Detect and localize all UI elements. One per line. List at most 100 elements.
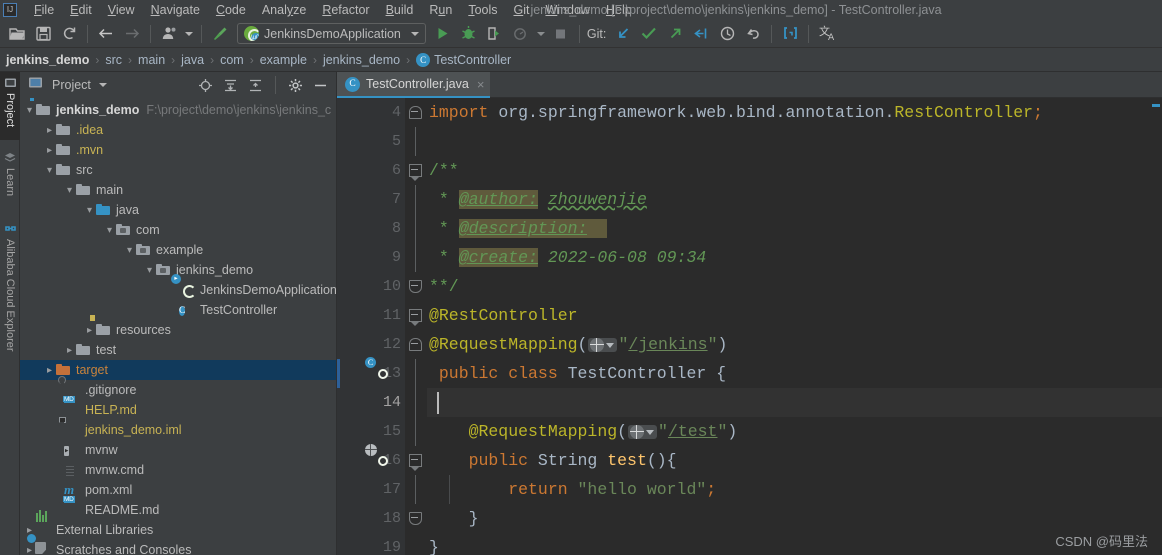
menu-edit[interactable]: Edit bbox=[62, 0, 100, 20]
menu-refactor[interactable]: Refactor bbox=[314, 0, 377, 20]
search-everywhere-icon[interactable] bbox=[777, 22, 803, 46]
fold-column[interactable] bbox=[405, 533, 427, 555]
chevron-expanded-icon[interactable]: ▾ bbox=[44, 160, 55, 180]
breadcrumb-item-project[interactable]: jenkins_demo bbox=[6, 53, 89, 67]
chevron-collapsed-icon[interactable]: ▸ bbox=[44, 140, 55, 160]
gutter[interactable]: 19 bbox=[337, 533, 405, 555]
code-line[interactable]: 15 @RequestMapping("/test") bbox=[337, 417, 1162, 446]
gutter[interactable]: 5 bbox=[337, 127, 405, 156]
run-icon[interactable] bbox=[430, 22, 456, 46]
tree-row-target[interactable]: ▸ target bbox=[20, 360, 336, 380]
editor-tab-testcontroller[interactable]: C TestController.java × bbox=[337, 72, 491, 98]
settings-gear-icon[interactable] bbox=[285, 75, 306, 95]
code-line[interactable]: C 13 public class TestController { bbox=[337, 357, 1162, 388]
gutter[interactable]: C 13 bbox=[337, 357, 405, 388]
fold-marker-icon[interactable] bbox=[409, 280, 422, 293]
fold-marker-icon[interactable] bbox=[409, 338, 422, 351]
menu-window[interactable]: Window bbox=[537, 0, 597, 20]
fold-column[interactable] bbox=[405, 504, 427, 533]
chevron-expanded-icon[interactable]: ▾ bbox=[64, 180, 75, 200]
fold-marker-icon[interactable] bbox=[409, 309, 422, 326]
menu-help[interactable]: Help bbox=[598, 0, 640, 20]
tree-row-com[interactable]: ▾ com bbox=[20, 220, 336, 240]
menu-view[interactable]: View bbox=[100, 0, 143, 20]
menu-build[interactable]: Build bbox=[378, 0, 422, 20]
tree-row-external-libraries[interactable]: ▸ External Libraries bbox=[20, 510, 336, 540]
breadcrumb-item-main[interactable]: main bbox=[138, 53, 165, 67]
tree-row-mvnw[interactable]: ▸ mvnw bbox=[20, 440, 336, 460]
fold-column[interactable] bbox=[405, 359, 427, 388]
run-with-coverage-icon[interactable] bbox=[482, 22, 508, 46]
code-line[interactable]: 18 } bbox=[337, 504, 1162, 533]
fold-column[interactable] bbox=[405, 388, 427, 417]
code-line[interactable]: 4 import org.springframework.web.bind.an… bbox=[337, 98, 1162, 127]
tree-row-java[interactable]: ▾ java bbox=[20, 200, 336, 220]
build-hammer-icon[interactable] bbox=[207, 22, 233, 46]
open-project-icon[interactable] bbox=[4, 22, 30, 46]
code-line[interactable]: 9 * @create: 2022-06-08 09:34 bbox=[337, 243, 1162, 272]
tree-row-test-controller[interactable]: C TestController bbox=[20, 300, 336, 320]
chevron-collapsed-icon[interactable]: ▸ bbox=[44, 120, 55, 140]
tree-row-jenkins-demo[interactable]: ▾ jenkins_demo F:\project\demo\jenkins\j… bbox=[20, 98, 336, 120]
fold-column[interactable] bbox=[405, 272, 427, 301]
profile-icon[interactable] bbox=[156, 22, 182, 46]
tree-row-test[interactable]: ▸ test bbox=[20, 340, 336, 360]
code-line[interactable]: 5 bbox=[337, 127, 1162, 156]
fold-column[interactable] bbox=[405, 98, 427, 127]
gutter[interactable]: 17 bbox=[337, 475, 405, 504]
breadcrumb-item-com[interactable]: com bbox=[220, 53, 244, 67]
code-editor[interactable]: 4 import org.springframework.web.bind.an… bbox=[337, 98, 1162, 555]
code-line[interactable]: 6 /** bbox=[337, 156, 1162, 185]
hide-panel-icon[interactable] bbox=[310, 75, 331, 95]
fold-column[interactable] bbox=[405, 446, 427, 475]
chevron-collapsed-icon[interactable]: ▸ bbox=[84, 320, 95, 340]
menu-navigate[interactable]: Navigate bbox=[143, 0, 208, 20]
chevron-collapsed-icon[interactable]: ▸ bbox=[44, 360, 55, 380]
breadcrumb-item-jenkins-demo[interactable]: jenkins_demo bbox=[323, 53, 400, 67]
gutter[interactable]: 11 bbox=[337, 301, 405, 330]
code-line[interactable]: 12 @RequestMapping("/jenkins") bbox=[337, 330, 1162, 359]
gutter[interactable]: 4 bbox=[337, 98, 405, 127]
fold-column[interactable] bbox=[405, 301, 427, 330]
gutter[interactable]: 12 bbox=[337, 330, 405, 359]
scrollbar-marker[interactable] bbox=[1152, 104, 1160, 107]
editor-scrollbar[interactable] bbox=[1150, 98, 1162, 555]
tree-row-example[interactable]: ▾ example bbox=[20, 240, 336, 260]
fold-column[interactable] bbox=[405, 475, 450, 504]
gutter[interactable]: 6 bbox=[337, 156, 405, 185]
expand-all-icon[interactable] bbox=[220, 75, 241, 95]
git-push-icon[interactable] bbox=[662, 22, 688, 46]
chevron-expanded-icon[interactable]: ▾ bbox=[104, 220, 115, 240]
git-commit-icon[interactable] bbox=[636, 22, 662, 46]
tree-row-idea[interactable]: ▸ .idea bbox=[20, 120, 336, 140]
gutter[interactable]: 14 bbox=[337, 388, 405, 417]
tree-row-resources[interactable]: ▸ resources bbox=[20, 314, 336, 340]
menu-run[interactable]: Run bbox=[421, 0, 460, 20]
breadcrumb-item-java[interactable]: java bbox=[181, 53, 204, 67]
code-line[interactable]: 11 @RestController bbox=[337, 301, 1162, 330]
code-line[interactable]: 16 public String test(){ bbox=[337, 444, 1162, 475]
navigate-back-icon[interactable] bbox=[93, 22, 119, 46]
history-icon[interactable] bbox=[714, 22, 740, 46]
profile-dropdown-caret[interactable] bbox=[182, 22, 196, 46]
run-config-caret-icon[interactable] bbox=[410, 31, 419, 36]
profiler-caret-icon[interactable] bbox=[534, 22, 548, 46]
fold-column[interactable] bbox=[405, 156, 427, 185]
gutter[interactable]: 7 bbox=[337, 185, 405, 214]
code-line[interactable]: 10 **/ bbox=[337, 272, 1162, 301]
close-icon[interactable]: × bbox=[477, 77, 485, 92]
code-line[interactable]: 17 return "hello world"; bbox=[337, 475, 1162, 504]
sidebar-item-learn[interactable]: Learn bbox=[0, 148, 20, 210]
gutter[interactable]: 15 bbox=[337, 417, 405, 446]
save-all-icon[interactable] bbox=[30, 22, 56, 46]
fold-column[interactable] bbox=[405, 417, 427, 446]
project-tree[interactable]: ▾ jenkins_demo F:\project\demo\jenkins\j… bbox=[20, 98, 336, 555]
menu-file[interactable]: File bbox=[26, 0, 62, 20]
debug-icon[interactable] bbox=[456, 22, 482, 46]
fold-marker-icon[interactable] bbox=[409, 454, 422, 471]
gutter[interactable]: 9 bbox=[337, 243, 405, 272]
menu-code[interactable]: Code bbox=[208, 0, 254, 20]
git-revert-icon[interactable] bbox=[688, 22, 714, 46]
tree-row-src[interactable]: ▾ src bbox=[20, 160, 336, 180]
sidebar-item-project[interactable]: Project bbox=[0, 72, 20, 140]
